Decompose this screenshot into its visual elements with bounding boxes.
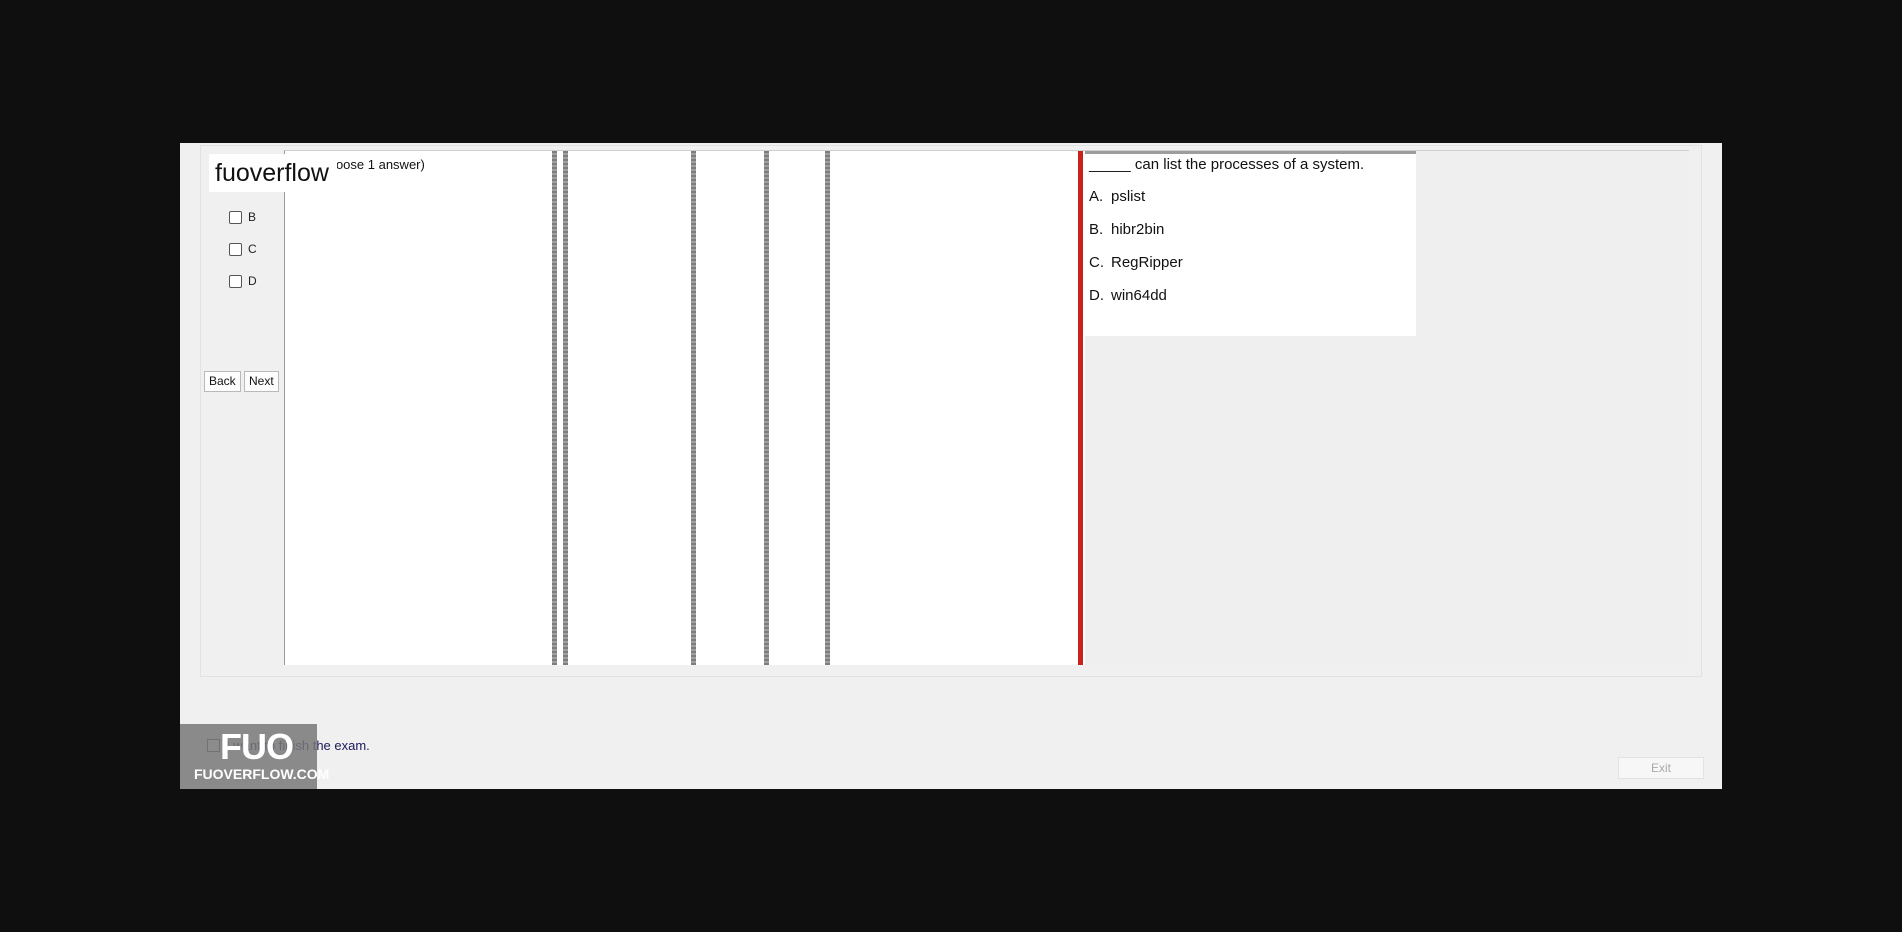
question-text: _____ can list the processes of a system… [1089,156,1365,173]
column-divider [552,151,557,665]
question-option-a: A. pslist [1089,188,1145,205]
question-option-b: B. hibr2bin [1089,221,1164,238]
next-button[interactable]: Next [244,371,279,392]
question-option-c: C. RegRipper [1089,254,1183,271]
answer-option-b[interactable]: B [229,210,256,224]
exam-window: A B C D Back Next (Choose 1 answer) [180,143,1722,789]
checkbox-label-b: B [248,210,257,224]
column-divider [764,151,769,665]
watermark-logo-text: fuoverflow [209,154,337,192]
answer-option-c[interactable]: C [229,242,257,256]
column-divider [691,151,696,665]
option-text: RegRipper [1111,254,1183,271]
watermark-site: FUOVERFLOW.COM [194,766,330,782]
checkbox-d[interactable] [229,274,242,288]
option-text: win64dd [1111,287,1167,304]
option-letter: D. [1089,287,1104,304]
watermark-logo: FUO [220,726,294,767]
answer-column: A B C D Back Next [201,146,284,660]
column-divider [563,151,568,665]
viewer-canvas: (Choose 1 answer) [285,151,1085,665]
option-letter: B. [1089,221,1104,238]
question-viewer: (Choose 1 answer) _____ can list the pro… [284,150,1689,665]
option-text: pslist [1111,188,1146,205]
checkbox-b[interactable] [229,210,242,224]
answer-option-d[interactable]: D [229,274,257,288]
question-box: _____ can list the processes of a system… [1085,151,1416,336]
exam-panel: A B C D Back Next (Choose 1 answer) [200,145,1702,677]
watermark-badge: FUO FUOVERFLOW.COM [180,724,329,789]
column-divider [825,151,830,665]
back-button[interactable]: Back [204,371,241,392]
checkbox-c[interactable] [229,242,242,256]
option-letter: A. [1089,188,1104,205]
question-option-d: D. win64dd [1089,287,1167,304]
option-text: hibr2bin [1111,221,1165,238]
red-divider [1078,151,1083,665]
checkbox-label-d: D [248,274,257,288]
exit-button[interactable]: Exit [1618,757,1704,779]
option-letter: C. [1089,254,1104,271]
checkbox-label-c: C [248,242,257,256]
